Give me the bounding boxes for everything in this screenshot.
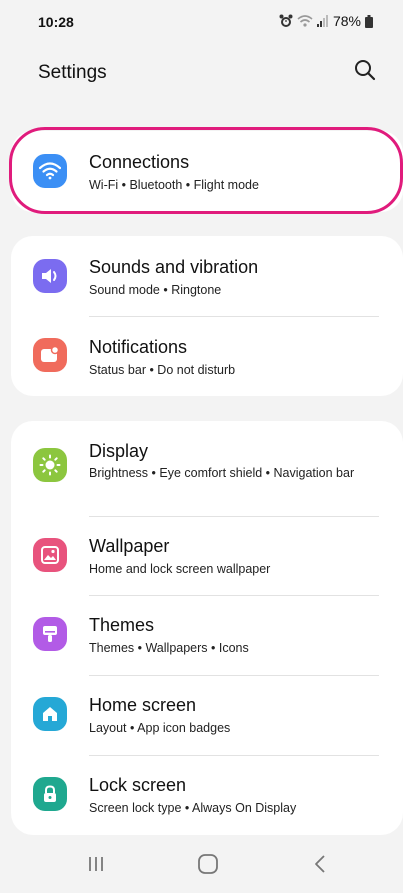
settings-item-subtitle: Wi-Fi • Bluetooth • Flight mode [89, 178, 259, 192]
home-button[interactable] [188, 850, 228, 882]
settings-item-subtitle: Layout • App icon badges [89, 721, 231, 735]
settings-item-themes[interactable]: Themes Themes • Wallpapers • Icons [11, 595, 403, 675]
search-button[interactable] [349, 56, 381, 88]
status-icons: 78% [279, 13, 373, 29]
settings-item-subtitle: Sound mode • Ringtone [89, 283, 222, 297]
status-time: 10:28 [38, 14, 74, 30]
wifi-icon [33, 154, 67, 188]
recent-apps-icon [86, 855, 106, 878]
navigation-bar [0, 838, 403, 893]
settings-item-lock-screen[interactable]: Lock screen Screen lock type • Always On… [11, 755, 403, 835]
settings-group-display: Display Brightness • Eye comfort shield … [11, 421, 403, 835]
settings-item-subtitle: Screen lock type • Always On Display [89, 801, 297, 815]
settings-item-subtitle: Status bar • Do not disturb [89, 363, 236, 377]
settings-item-label: Home screen [89, 695, 197, 715]
settings-group-network: Connections Wi-Fi • Bluetooth • Flight m… [11, 131, 403, 212]
battery-icon [365, 14, 373, 28]
back-button[interactable] [300, 850, 340, 882]
speaker-icon [33, 259, 67, 293]
picture-icon [33, 538, 67, 572]
signal-icon [316, 15, 329, 27]
settings-item-wallpaper[interactable]: Wallpaper Home and lock screen wallpaper [11, 516, 403, 595]
search-icon [354, 59, 376, 86]
settings-item-label: Themes [89, 615, 155, 635]
settings-item-home-screen[interactable]: Home screen Layout • App icon badges [11, 675, 403, 755]
page-title: Settings [38, 62, 107, 83]
settings-item-display[interactable]: Display Brightness • Eye comfort shield … [11, 421, 403, 516]
wifi-status-icon [297, 14, 313, 28]
home-button-icon [197, 853, 219, 880]
settings-item-label: Connections [89, 152, 190, 172]
settings-item-label: Sounds and vibration [89, 257, 259, 277]
status-bar: 10:28 78% [0, 0, 403, 44]
alarm-icon [279, 14, 293, 28]
back-icon [313, 854, 327, 879]
settings-item-subtitle: Home and lock screen wallpaper [89, 562, 271, 576]
settings-group-sound: Sounds and vibration Sound mode • Ringto… [11, 236, 403, 396]
settings-item-label: Display [89, 441, 149, 461]
home-icon [33, 697, 67, 731]
settings-item-label: Lock screen [89, 775, 187, 795]
sun-icon [33, 448, 67, 482]
lock-icon [33, 777, 67, 811]
settings-item-label: Wallpaper [89, 536, 170, 556]
notification-icon [33, 338, 67, 372]
settings-item-connections[interactable]: Connections Wi-Fi • Bluetooth • Flight m… [11, 131, 403, 212]
brush-icon [33, 617, 67, 651]
settings-item-subtitle: Themes • Wallpapers • Icons [89, 641, 249, 655]
settings-item-notifications[interactable]: Notifications Status bar • Do not distur… [11, 316, 403, 396]
header: Settings [0, 52, 403, 96]
settings-item-sounds[interactable]: Sounds and vibration Sound mode • Ringto… [11, 236, 403, 316]
battery-percent: 78% [332, 13, 361, 29]
settings-item-subtitle: Brightness • Eye comfort shield • Naviga… [89, 466, 355, 480]
recent-apps-button[interactable] [76, 850, 116, 882]
settings-item-label: Notifications [89, 337, 188, 357]
